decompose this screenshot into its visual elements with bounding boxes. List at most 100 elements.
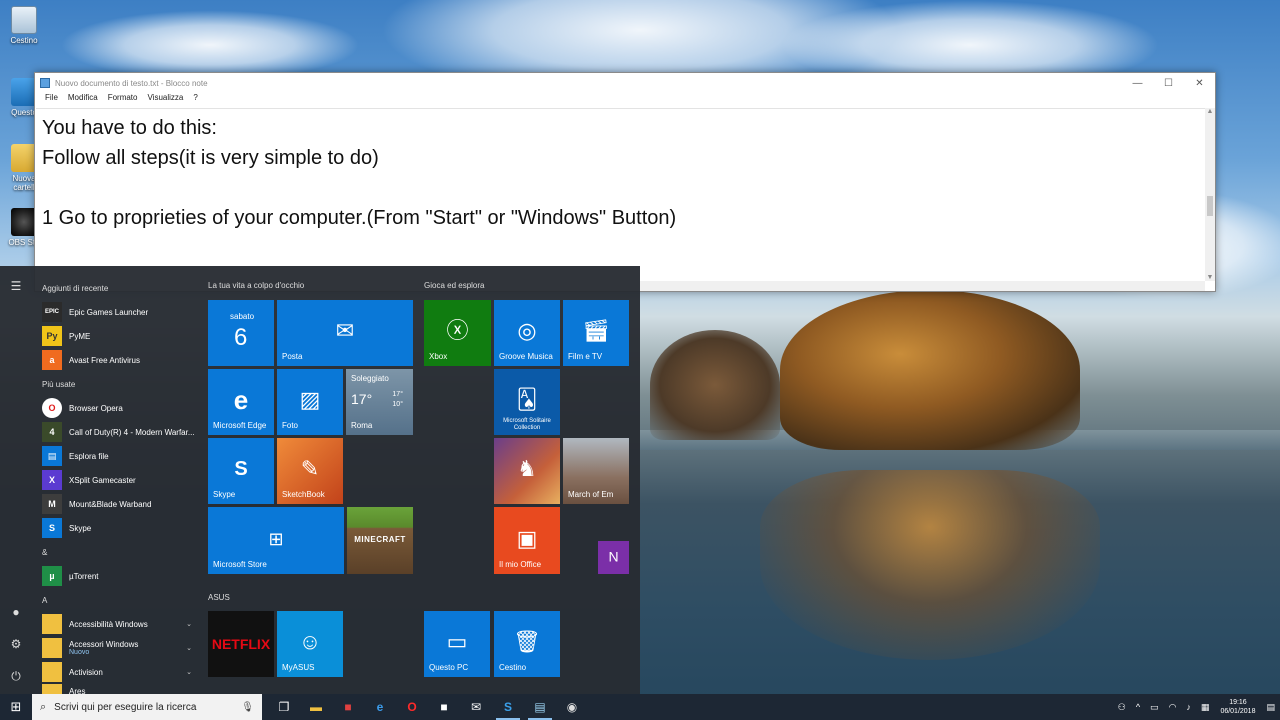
app-item-pyme[interactable]: Py PyME — [32, 324, 202, 348]
tile-calendar[interactable]: sabato 6 — [208, 300, 274, 366]
network-icon[interactable]: ◠ — [1164, 702, 1182, 713]
tile-weather[interactable]: Soleggiato 17° 17° 10° Roma — [346, 369, 413, 435]
tile-onenote[interactable]: N — [598, 541, 629, 574]
tile-group-header[interactable]: ASUS — [208, 593, 230, 602]
windows-start-icon[interactable]: ⊞ — [0, 694, 32, 720]
app-label: Mount&Blade Warband — [69, 499, 152, 509]
app-label: Esplora file — [69, 451, 109, 461]
hamburger-menu-icon[interactable]: ☰ — [6, 276, 26, 296]
store-bag-icon: ⊞ — [268, 528, 284, 549]
microphone-icon[interactable]: 🎙︎ — [241, 702, 254, 713]
minimize-button[interactable]: — — [1122, 73, 1153, 93]
tile-edge[interactable]: e Microsoft Edge — [208, 369, 274, 435]
photos-icon: ▨ — [299, 386, 321, 412]
app-item-file-explorer[interactable]: ▤ Esplora file — [32, 444, 202, 468]
new-badge: Nuovo — [69, 649, 90, 656]
user-account-icon[interactable]: ● — [6, 602, 26, 622]
search-box[interactable]: ⌕ Scrivi qui per eseguire la ricerca 🎙︎ — [32, 694, 262, 720]
tile-xbox[interactable]: ⓧ Xbox — [424, 300, 491, 366]
tile-this-pc[interactable]: ▭ Questo PC — [424, 611, 490, 677]
opera-icon[interactable]: O — [396, 694, 428, 720]
show-hidden-icons-icon[interactable]: ^ — [1131, 702, 1145, 712]
section-header-a[interactable]: A — [32, 588, 202, 612]
app-item-utorrent[interactable]: µ µTorrent — [32, 564, 202, 588]
opera-glyph: O — [407, 700, 417, 714]
tile-sketchbook[interactable]: ✎ SketchBook — [277, 438, 343, 504]
vertical-scrollbar[interactable]: ▲ ▼ — [1205, 108, 1215, 281]
calendar-date: 6 — [234, 324, 248, 351]
tile-label: Il mio Office — [499, 560, 542, 569]
power-icon[interactable]: ⏻ — [6, 666, 26, 686]
app-item-xsplit[interactable]: X XSplit Gamecaster — [32, 468, 202, 492]
pyme-icon: Py — [42, 326, 62, 346]
scroll-down-icon[interactable]: ▼ — [1205, 274, 1215, 281]
tile-group-header[interactable]: Gioca ed esplora — [424, 281, 484, 290]
obs-icon[interactable]: ◉ — [556, 694, 588, 720]
tile-skype[interactable]: S Skype — [208, 438, 274, 504]
close-button[interactable]: ✕ — [1184, 73, 1215, 93]
app-item-accessibilita[interactable]: Accessibilità Windows ⌄ — [32, 612, 202, 636]
tile-label: Foto — [282, 421, 299, 430]
text-editor[interactable]: You have to do this: Follow all steps(it… — [36, 108, 1205, 281]
chevron-down-icon[interactable]: ⌄ — [186, 644, 192, 652]
people-icon[interactable]: ⚇ — [1113, 702, 1131, 713]
menu-formato[interactable]: Formato — [103, 93, 143, 107]
menu-modifica[interactable]: Modifica — [63, 93, 103, 107]
tile-minecraft[interactable]: MINECRAFT — [347, 507, 413, 574]
task-view-icon[interactable]: ❐ — [268, 694, 300, 720]
skype-icon[interactable]: S — [492, 694, 524, 720]
chevron-down-icon[interactable]: ⌄ — [186, 620, 192, 628]
app-item-avast[interactable]: a Avast Free Antivirus — [32, 348, 202, 372]
app-item-mount-blade[interactable]: M Mount&Blade Warband — [32, 492, 202, 516]
tile-group-header[interactable]: La tua vita a colpo d'occhio — [208, 281, 304, 290]
chevron-down-icon[interactable]: ⌄ — [186, 668, 192, 676]
scrollbar-thumb[interactable] — [1207, 196, 1213, 216]
app-item-epic-games[interactable]: EPIC Epic Games Launcher — [32, 300, 202, 324]
weather-high: 17° — [392, 391, 403, 398]
notepad-titlebar[interactable]: Nuovo documento di testo.txt - Blocco no… — [35, 73, 1215, 93]
tile-game-art[interactable]: ♞ — [494, 438, 560, 504]
tile-label: Film e TV — [568, 352, 603, 361]
folder-icon — [42, 614, 62, 634]
desktop-icon-recycle-bin[interactable]: Cestino — [2, 6, 46, 45]
app-item-activision[interactable]: Activision ⌄ — [32, 660, 202, 684]
battery-icon[interactable]: ▭ — [1145, 702, 1164, 713]
tile-netflix[interactable]: NETFLIX — [208, 611, 274, 677]
section-header-amp[interactable]: & — [32, 540, 202, 564]
volume-icon[interactable]: ♪ — [1181, 702, 1196, 712]
action-center-icon[interactable]: ▤ — [1261, 702, 1280, 713]
tile-office[interactable]: ▣ Il mio Office — [494, 507, 560, 574]
mail-icon[interactable]: ✉ — [460, 694, 492, 720]
app-item-skype[interactable]: S Skype — [32, 516, 202, 540]
app-label: Epic Games Launcher — [69, 307, 149, 317]
notepad-icon[interactable]: ▤ — [524, 694, 556, 720]
maximize-button[interactable]: ☐ — [1153, 73, 1184, 93]
app-item-opera[interactable]: O Browser Opera — [32, 396, 202, 420]
gift-icon[interactable]: ■ — [332, 694, 364, 720]
tile-groove[interactable]: ◎ Groove Musica — [494, 300, 560, 366]
store-icon[interactable]: ■ — [428, 694, 460, 720]
tile-mail[interactable]: ✉ Posta — [277, 300, 413, 366]
menu-help[interactable]: ? — [188, 93, 202, 107]
tile-photos[interactable]: ▨ Foto — [277, 369, 343, 435]
scroll-up-icon[interactable]: ▲ — [1205, 108, 1215, 115]
app-item-accessori[interactable]: Accessori Windows Nuovo ⌄ — [32, 636, 202, 660]
tile-solitaire[interactable]: 🂡︎ Microsoft Solitaire Collection — [494, 369, 560, 435]
app-item-call-of-duty[interactable]: 4 Call of Duty(R) 4 - Modern Warfar... — [32, 420, 202, 444]
file-explorer-icon[interactable]: ▬ — [300, 694, 332, 720]
tile-store[interactable]: ⊞ Microsoft Store — [208, 507, 344, 574]
clock[interactable]: 19:16 06/01/2018 — [1214, 698, 1261, 716]
notepad-window[interactable]: Nuovo documento di testo.txt - Blocco no… — [34, 72, 1216, 292]
edge-glyph: e — [376, 700, 384, 714]
tile-recycle-bin[interactable]: 🗑︎ Cestino — [494, 611, 560, 677]
tile-movies[interactable]: 🎬︎ Film e TV — [563, 300, 629, 366]
menu-file[interactable]: File — [40, 93, 63, 107]
language-icon[interactable]: ▦ — [1196, 702, 1215, 713]
tile-label: Skype — [213, 490, 236, 499]
tile-march-of-empires[interactable]: March of Em — [563, 438, 629, 504]
tile-myasus[interactable]: ☺ MyASUS — [277, 611, 343, 677]
app-label: Accessori Windows — [69, 640, 139, 649]
menu-visualizza[interactable]: Visualizza — [142, 93, 188, 107]
settings-gear-icon[interactable]: ⚙ — [6, 634, 26, 654]
edge-icon[interactable]: e — [364, 694, 396, 720]
